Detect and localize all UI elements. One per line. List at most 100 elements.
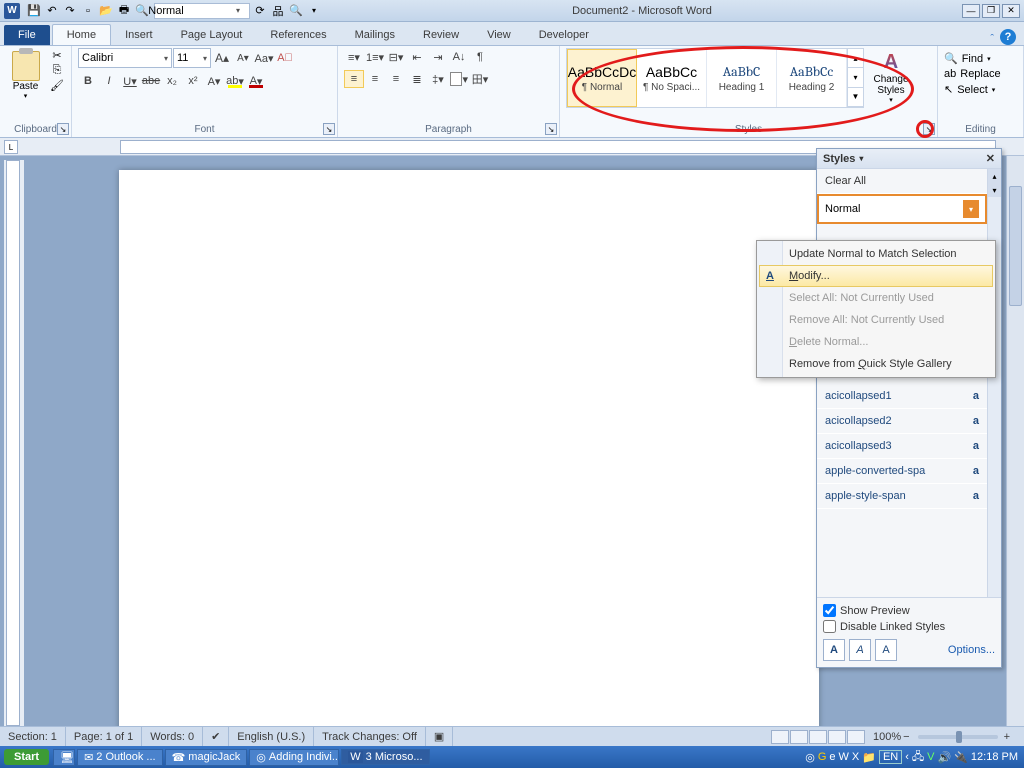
underline-button[interactable]: U▾ xyxy=(120,72,140,90)
decrease-indent-icon[interactable]: ⇤ xyxy=(407,48,427,66)
gallery-up-icon[interactable]: ▴ xyxy=(848,49,863,68)
tab-file[interactable]: File xyxy=(4,25,50,45)
tray-clock[interactable]: 12:18 PM xyxy=(971,751,1018,763)
align-left-icon[interactable]: ≡ xyxy=(344,70,364,88)
taskbar-item-word[interactable]: W3 Microso... xyxy=(341,749,429,765)
styles-item-normal[interactable]: Normal ▾ xyxy=(817,194,987,224)
replace-button[interactable]: abReplace xyxy=(944,68,1001,80)
tab-mailings[interactable]: Mailings xyxy=(341,25,409,45)
numbering-icon[interactable]: 1≡▾ xyxy=(365,48,385,66)
strikethrough-button[interactable]: abe xyxy=(141,72,161,90)
view-outline-icon[interactable] xyxy=(828,730,846,744)
qat-orgchart-icon[interactable]: 品 xyxy=(270,3,286,19)
new-icon[interactable]: ▫ xyxy=(80,3,96,19)
tab-developer[interactable]: Developer xyxy=(525,25,603,45)
quicklaunch-desktop-icon[interactable]: 🖥 xyxy=(53,749,75,766)
style-item-no-spacing[interactable]: AaBbCc ¶ No Spaci... xyxy=(637,49,707,107)
tray-word-icon[interactable]: W xyxy=(839,751,849,763)
line-spacing-icon[interactable]: ‡▾ xyxy=(428,70,448,88)
tray-google-icon[interactable]: G xyxy=(818,751,827,763)
styles-pane-scrollbar[interactable]: ▴ ▾ xyxy=(987,169,1001,597)
styles-item-dropdown-icon[interactable]: ▾ xyxy=(963,200,979,218)
gallery-down-icon[interactable]: ▾ xyxy=(848,68,863,87)
menu-update-to-match[interactable]: Update Normal to Match Selection xyxy=(759,243,993,265)
style-inspector-icon[interactable]: A xyxy=(849,639,871,661)
tab-page-layout[interactable]: Page Layout xyxy=(167,25,257,45)
ruler-vertical[interactable] xyxy=(4,160,24,726)
italic-button[interactable]: I xyxy=(99,72,119,90)
font-launcher[interactable]: ↘ xyxy=(323,123,335,135)
justify-icon[interactable]: ≣ xyxy=(407,70,427,88)
redo-icon[interactable]: ↷ xyxy=(62,3,78,19)
disable-linked-checkbox[interactable]: Disable Linked Styles xyxy=(823,620,995,633)
zoom-in-icon[interactable]: + xyxy=(1004,731,1010,743)
copy-icon[interactable]: ⎘ xyxy=(49,63,65,77)
shading-icon[interactable]: ▾ xyxy=(449,70,469,88)
styles-clear-all[interactable]: Clear All xyxy=(817,169,987,194)
multilevel-list-icon[interactable]: ⊟▾ xyxy=(386,48,406,66)
bullets-icon[interactable]: ≡▾ xyxy=(344,48,364,66)
minimize-button[interactable]: — xyxy=(962,4,980,18)
view-print-layout-icon[interactable] xyxy=(771,730,789,744)
styles-item[interactable]: acicollapsed3a xyxy=(817,434,987,459)
status-track-changes[interactable]: Track Changes: Off xyxy=(314,727,426,746)
quick-print-icon[interactable]: 🖶 xyxy=(116,3,132,19)
tab-insert[interactable]: Insert xyxy=(111,25,167,45)
status-language[interactable]: English (U.S.) xyxy=(229,727,314,746)
taskbar-item-magicjack[interactable]: ☎magicJack xyxy=(165,749,248,766)
highlight-color-icon[interactable]: ab▾ xyxy=(225,72,245,90)
document-page[interactable] xyxy=(119,170,819,726)
qat-style-combo[interactable]: Normal ▾ xyxy=(154,3,250,19)
taskbar-item-outlook[interactable]: ✉2 Outlook ... xyxy=(77,749,163,766)
tray-chrome-icon[interactable]: ◎ xyxy=(805,751,815,764)
undo-icon[interactable]: ↶ xyxy=(44,3,60,19)
styles-pane-menu-icon[interactable]: ▾ xyxy=(859,154,863,163)
open-icon[interactable]: 📂 xyxy=(98,3,114,19)
restore-button[interactable]: ❐ xyxy=(982,4,1000,18)
styles-pane-close-icon[interactable]: ✕ xyxy=(986,152,995,165)
tray-folder-icon[interactable]: 📁 xyxy=(862,751,876,764)
select-button[interactable]: ↖Select▾ xyxy=(944,83,1001,96)
status-proofing[interactable]: ✔ xyxy=(203,727,229,746)
view-full-screen-icon[interactable] xyxy=(790,730,808,744)
superscript-button[interactable]: x² xyxy=(183,72,203,90)
find-button[interactable]: 🔍Find▾ xyxy=(944,52,1001,65)
subscript-button[interactable]: x₂ xyxy=(162,72,182,90)
zoom-level[interactable]: 100% xyxy=(873,731,901,743)
paste-button[interactable]: Paste ▾ xyxy=(6,48,45,103)
minimize-ribbon-icon[interactable]: ˆ xyxy=(990,33,994,45)
styles-options-link[interactable]: Options... xyxy=(948,644,995,656)
close-button[interactable]: ✕ xyxy=(1002,4,1020,18)
align-center-icon[interactable]: ≡ xyxy=(365,70,385,88)
styles-launcher[interactable]: ↘ xyxy=(923,123,935,135)
clear-formatting-icon[interactable]: A⃠ xyxy=(275,49,295,67)
bold-button[interactable]: B xyxy=(78,72,98,90)
change-case-icon[interactable]: Aa▾ xyxy=(254,49,274,67)
tray-excel-icon[interactable]: X xyxy=(852,751,859,763)
zoom-out-icon[interactable]: − xyxy=(903,731,909,743)
tab-home[interactable]: Home xyxy=(52,24,111,45)
save-icon[interactable]: 💾 xyxy=(26,3,42,19)
font-name-combo[interactable]: Calibri▾ xyxy=(78,48,172,68)
cut-icon[interactable]: ✂ xyxy=(49,48,65,62)
qat-repeat-icon[interactable]: ⟳ xyxy=(252,3,268,19)
vertical-scrollbar[interactable] xyxy=(1006,156,1024,726)
menu-modify[interactable]: A Modify... xyxy=(759,265,993,287)
start-button[interactable]: Start xyxy=(4,749,49,765)
status-macro[interactable]: ▣ xyxy=(426,727,453,746)
new-style-icon[interactable]: A xyxy=(823,639,845,661)
tray-ie-icon[interactable]: e xyxy=(829,751,835,763)
tray-network-icon[interactable]: 🖧 xyxy=(912,748,924,767)
view-draft-icon[interactable] xyxy=(847,730,865,744)
tab-references[interactable]: References xyxy=(256,25,340,45)
format-painter-icon[interactable]: 🖌 xyxy=(49,78,65,92)
tray-volume-icon[interactable]: 🔊 xyxy=(938,751,952,764)
tab-view[interactable]: View xyxy=(473,25,525,45)
increase-indent-icon[interactable]: ⇥ xyxy=(428,48,448,66)
tab-selector[interactable]: L xyxy=(4,140,18,154)
borders-icon[interactable]: 田▾ xyxy=(470,70,490,88)
change-styles-button[interactable]: A Change Styles ▾ xyxy=(868,48,914,107)
show-hide-icon[interactable]: ¶ xyxy=(470,48,490,66)
zoom-slider[interactable] xyxy=(918,735,998,739)
status-section[interactable]: Section: 1 xyxy=(0,727,66,746)
